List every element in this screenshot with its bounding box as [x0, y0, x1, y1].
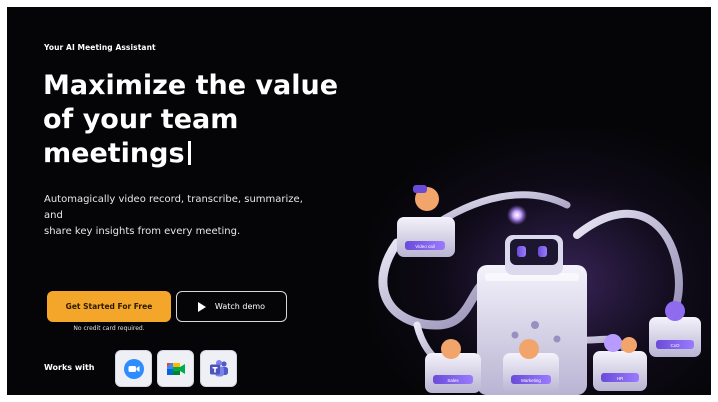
subtext-line-3: share key insights from every meeting. — [44, 226, 241, 237]
hero-headline: Maximize the value of your team meetings — [43, 69, 373, 171]
hr-label: HR — [617, 376, 624, 381]
marketing-label: Marketing — [521, 378, 541, 383]
microsoft-teams-tile[interactable] — [200, 350, 237, 387]
headline-line-1: Maximize the value — [43, 70, 339, 101]
watch-demo-label: Watch demo — [214, 302, 266, 311]
hero-eyebrow: Your AI Meeting Assistant — [44, 43, 156, 52]
headline-line-3: meetings — [43, 137, 373, 171]
headline-line-2: of your team — [43, 104, 239, 135]
subtext-line-2: and — [44, 210, 63, 221]
zoom-icon — [123, 358, 144, 379]
hero-section: Your AI Meeting Assistant Maximize the v… — [7, 7, 711, 395]
cxo-card: CxO — [649, 301, 701, 357]
glow-orb — [507, 205, 527, 225]
microsoft-teams-icon — [209, 359, 228, 376]
sales-label: Sales — [447, 378, 459, 383]
get-started-button[interactable]: Get Started For Free — [47, 291, 171, 322]
video-call-label: Video call — [415, 244, 434, 249]
meeting-robots-illustration: Video call Sales Marketing HR CxO — [378, 185, 701, 395]
google-meet-tile[interactable] — [157, 350, 194, 387]
robot-head — [505, 235, 563, 275]
typing-cursor — [187, 141, 191, 165]
no-credit-card-note: No credit card required. — [73, 325, 145, 332]
play-icon — [197, 301, 206, 312]
cxo-label: CxO — [671, 343, 680, 348]
zoom-tile[interactable] — [115, 350, 152, 387]
sales-card: Sales — [425, 339, 481, 393]
video-call-card: Video call — [397, 185, 455, 257]
watch-demo-button[interactable]: Watch demo — [176, 291, 287, 322]
google-meet-icon — [166, 362, 185, 375]
headline-line-3-text: meetings — [43, 138, 185, 169]
hero-subtext: Automagically video record, transcribe, … — [44, 192, 364, 240]
works-with-label: Works with — [44, 363, 95, 372]
subtext-line-1: Automagically video record, transcribe, … — [44, 194, 303, 205]
